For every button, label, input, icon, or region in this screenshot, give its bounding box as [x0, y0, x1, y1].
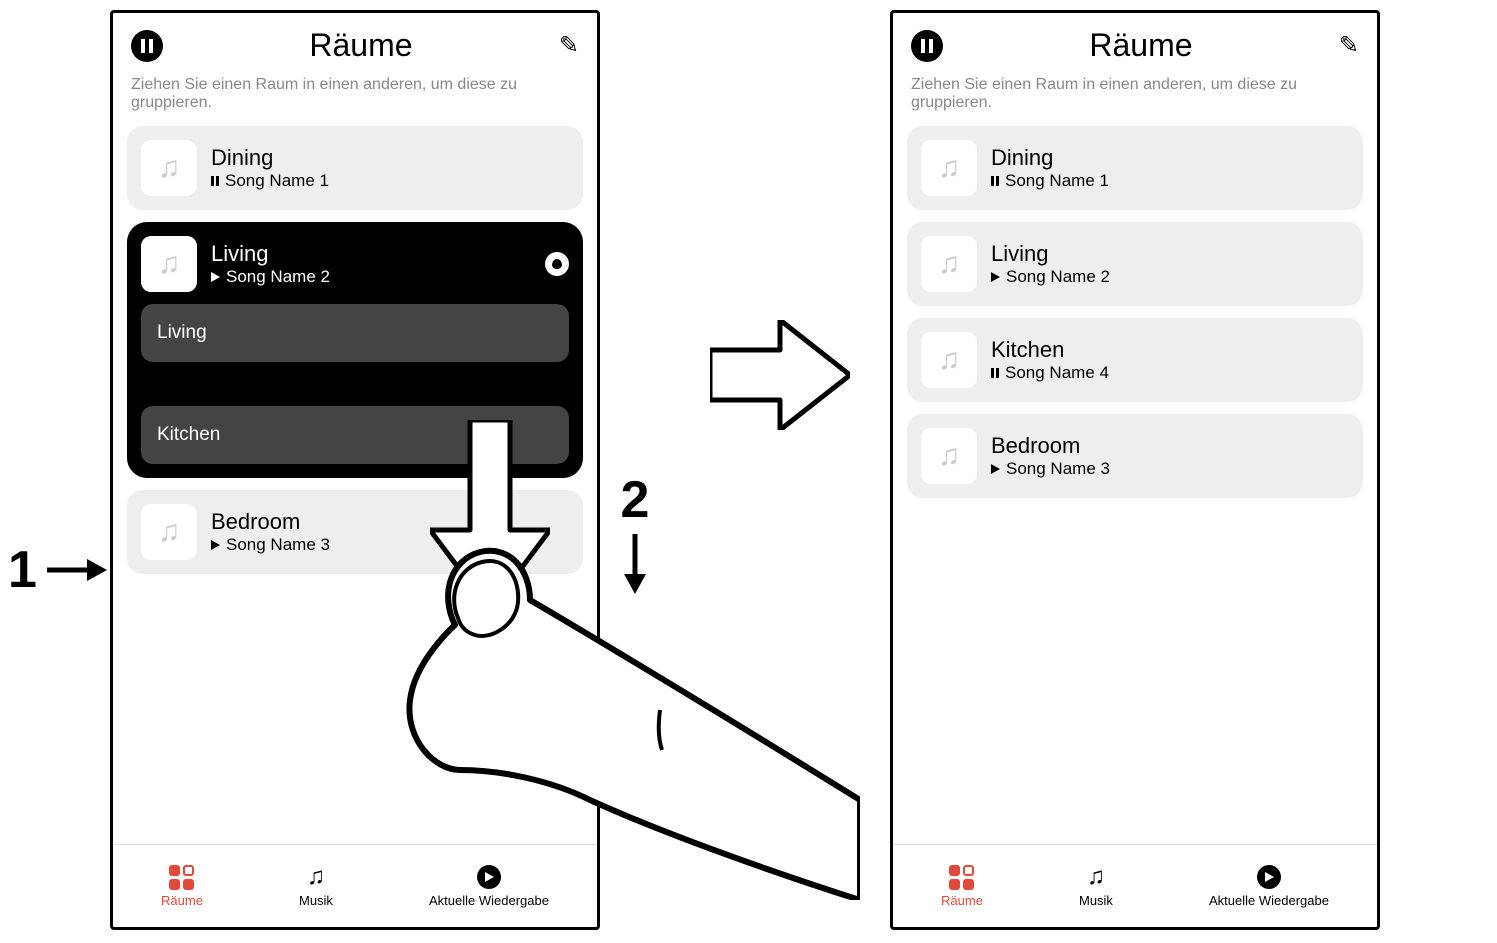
music-note-icon: ♫ — [938, 343, 961, 377]
tab-now-playing[interactable]: Aktuelle Wiedergabe — [1209, 864, 1329, 908]
room-name: Kitchen — [991, 337, 1109, 363]
play-state-icon — [211, 272, 220, 282]
song-line: Song Name 1 — [991, 171, 1109, 191]
song-name: Song Name 1 — [1005, 171, 1109, 191]
hint-text: Ziehen Sie einen Raum in einen anderen, … — [893, 70, 1377, 126]
song-line: Song Name 2 — [211, 267, 330, 287]
room-name: Bedroom — [211, 509, 330, 535]
rooms-icon — [169, 865, 194, 890]
hint-text: Ziehen Sie einen Raum in einen anderen, … — [113, 70, 597, 126]
album-art: ♫ — [141, 236, 197, 292]
header: Räume ✎ — [893, 13, 1377, 70]
tab-music[interactable]: ♫ Musik — [1079, 864, 1113, 908]
song-name: Song Name 2 — [226, 267, 330, 287]
music-note-icon: ♫ — [938, 151, 961, 185]
pause-state-icon — [211, 176, 219, 186]
tab-label: Räume — [941, 893, 983, 908]
play-state-icon — [991, 272, 1000, 282]
transition-arrow-icon — [710, 320, 850, 430]
annotation-number: 1 — [8, 540, 37, 600]
song-line: Song Name 3 — [211, 535, 330, 555]
music-note-icon: ♫ — [938, 439, 961, 473]
album-art: ♫ — [141, 504, 197, 560]
phone-after: Räume ✎ Ziehen Sie einen Raum in einen a… — [890, 10, 1380, 930]
album-art: ♫ — [921, 428, 977, 484]
tab-rooms[interactable]: Räume — [941, 864, 983, 908]
music-note-icon: ♫ — [158, 247, 181, 281]
album-art: ♫ — [921, 236, 977, 292]
play-state-icon — [991, 464, 1000, 474]
room-list: ♫ Dining Song Name 1 ♫ Living Song Name … — [893, 126, 1377, 844]
album-art: ♫ — [921, 140, 977, 196]
song-line: Song Name 1 — [211, 171, 329, 191]
room-card[interactable]: ♫ Dining Song Name 1 — [127, 126, 583, 210]
tab-label: Räume — [161, 893, 203, 908]
tab-label: Aktuelle Wiedergabe — [1209, 893, 1329, 908]
album-art: ♫ — [141, 140, 197, 196]
song-name: Song Name 4 — [1005, 363, 1109, 383]
music-note-icon: ♫ — [938, 247, 961, 281]
music-icon: ♫ — [1087, 865, 1105, 889]
now-playing-icon — [1257, 865, 1281, 889]
tab-music[interactable]: ♫ Musik — [299, 864, 333, 908]
play-state-icon — [211, 540, 220, 550]
album-art: ♫ — [921, 332, 977, 388]
room-name: Dining — [991, 145, 1109, 171]
room-card[interactable]: ♫ Bedroom Song Name 3 — [907, 414, 1363, 498]
pause-icon[interactable] — [131, 30, 163, 62]
music-note-icon: ♫ — [158, 151, 181, 185]
tab-label: Musik — [1079, 893, 1113, 908]
room-card[interactable]: ♫ Kitchen Song Name 4 — [907, 318, 1363, 402]
room-name: Living — [211, 241, 330, 267]
edit-icon[interactable]: ✎ — [559, 31, 579, 60]
song-name: Song Name 3 — [1006, 459, 1110, 479]
edit-icon[interactable]: ✎ — [1339, 31, 1359, 60]
music-icon: ♫ — [307, 865, 325, 889]
song-line: Song Name 3 — [991, 459, 1110, 479]
arrow-right-icon — [47, 555, 107, 585]
room-name: Dining — [211, 145, 329, 171]
header: Räume ✎ — [113, 13, 597, 70]
pause-state-icon — [991, 176, 999, 186]
group-member[interactable]: Living — [141, 304, 569, 362]
rooms-icon — [949, 865, 974, 890]
pause-icon[interactable] — [911, 30, 943, 62]
song-name: Song Name 3 — [226, 535, 330, 555]
group-indicator-icon — [545, 252, 569, 276]
song-line: Song Name 2 — [991, 267, 1110, 287]
finger-gesture-icon — [400, 540, 860, 900]
song-name: Song Name 2 — [1006, 267, 1110, 287]
room-name: Living — [991, 241, 1110, 267]
annotation-1: 1 — [8, 540, 107, 600]
song-name: Song Name 1 — [225, 171, 329, 191]
music-note-icon: ♫ — [158, 515, 181, 549]
tab-bar: Räume ♫ Musik Aktuelle Wiedergabe — [893, 844, 1377, 927]
page-title: Räume — [1089, 27, 1192, 64]
room-card[interactable]: ♫ Living Song Name 2 — [907, 222, 1363, 306]
annotation-number: 2 — [621, 470, 650, 530]
song-line: Song Name 4 — [991, 363, 1109, 383]
tab-label: Musik — [299, 893, 333, 908]
tab-rooms[interactable]: Räume — [161, 864, 203, 908]
page-title: Räume — [309, 27, 412, 64]
room-card[interactable]: ♫ Dining Song Name 1 — [907, 126, 1363, 210]
room-name: Bedroom — [991, 433, 1110, 459]
pause-state-icon — [991, 368, 999, 378]
